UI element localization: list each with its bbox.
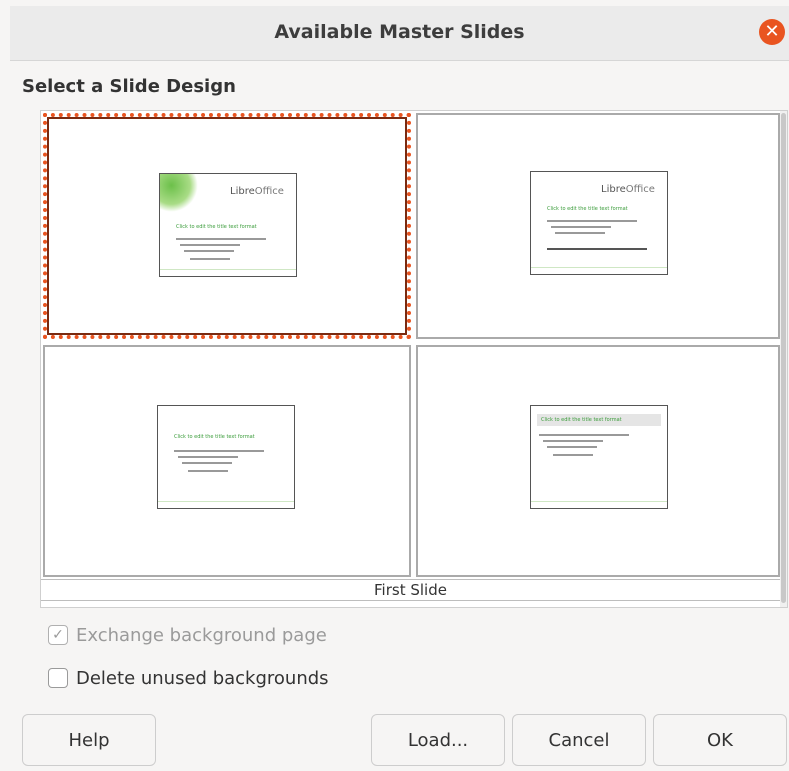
close-icon[interactable]: ✕ bbox=[759, 19, 785, 45]
dialog-title: Available Master Slides bbox=[274, 21, 525, 43]
leaf-graphic bbox=[160, 174, 198, 212]
thumb-title-bar: Click to edit the title text format bbox=[537, 414, 661, 426]
slide-design-3[interactable]: Click to edit the title text format bbox=[43, 345, 411, 577]
slide-caption: First Slide bbox=[41, 579, 780, 601]
slide-design-grid: LibreOffice Click to edit the title text… bbox=[40, 110, 788, 608]
thumb-title: Click to edit the title text format bbox=[176, 224, 257, 230]
exchange-background-checkbox[interactable]: ✓ bbox=[48, 625, 68, 645]
slide-design-4[interactable]: Click to edit the title text format bbox=[416, 345, 780, 577]
cancel-button[interactable]: Cancel bbox=[512, 714, 646, 766]
master-slides-dialog: Available Master Slides ✕ Select a Slide… bbox=[0, 0, 789, 771]
load-button[interactable]: Load... bbox=[371, 714, 505, 766]
exchange-background-option[interactable]: ✓ Exchange background page bbox=[48, 621, 327, 649]
delete-unused-option[interactable]: Delete unused backgrounds bbox=[48, 664, 329, 692]
slide-thumbnail: Click to edit the title text format bbox=[530, 405, 668, 509]
slide-thumbnail: Click to edit the title text format bbox=[157, 405, 295, 509]
grid-scrollbar[interactable] bbox=[780, 111, 787, 607]
slide-thumbnail: LibreOffice Click to edit the title text… bbox=[530, 171, 668, 275]
section-label: Select a Slide Design bbox=[22, 76, 236, 97]
logo: LibreOffice bbox=[230, 186, 284, 197]
slide-design-1[interactable]: LibreOffice Click to edit the title text… bbox=[43, 113, 411, 339]
logo: LibreOffice bbox=[601, 184, 655, 195]
thumb-title: Click to edit the title text format bbox=[547, 206, 628, 212]
title-bar: Available Master Slides ✕ bbox=[10, 6, 789, 61]
delete-unused-checkbox[interactable] bbox=[48, 668, 68, 688]
thumb-title: Click to edit the title text format bbox=[174, 434, 255, 440]
help-button[interactable]: Help bbox=[22, 714, 156, 766]
slide-design-2[interactable]: LibreOffice Click to edit the title text… bbox=[416, 113, 780, 339]
exchange-background-label: Exchange background page bbox=[76, 624, 327, 646]
delete-unused-label: Delete unused backgrounds bbox=[76, 667, 329, 689]
ok-button[interactable]: OK bbox=[653, 714, 787, 766]
slide-thumbnail: LibreOffice Click to edit the title text… bbox=[159, 173, 297, 277]
